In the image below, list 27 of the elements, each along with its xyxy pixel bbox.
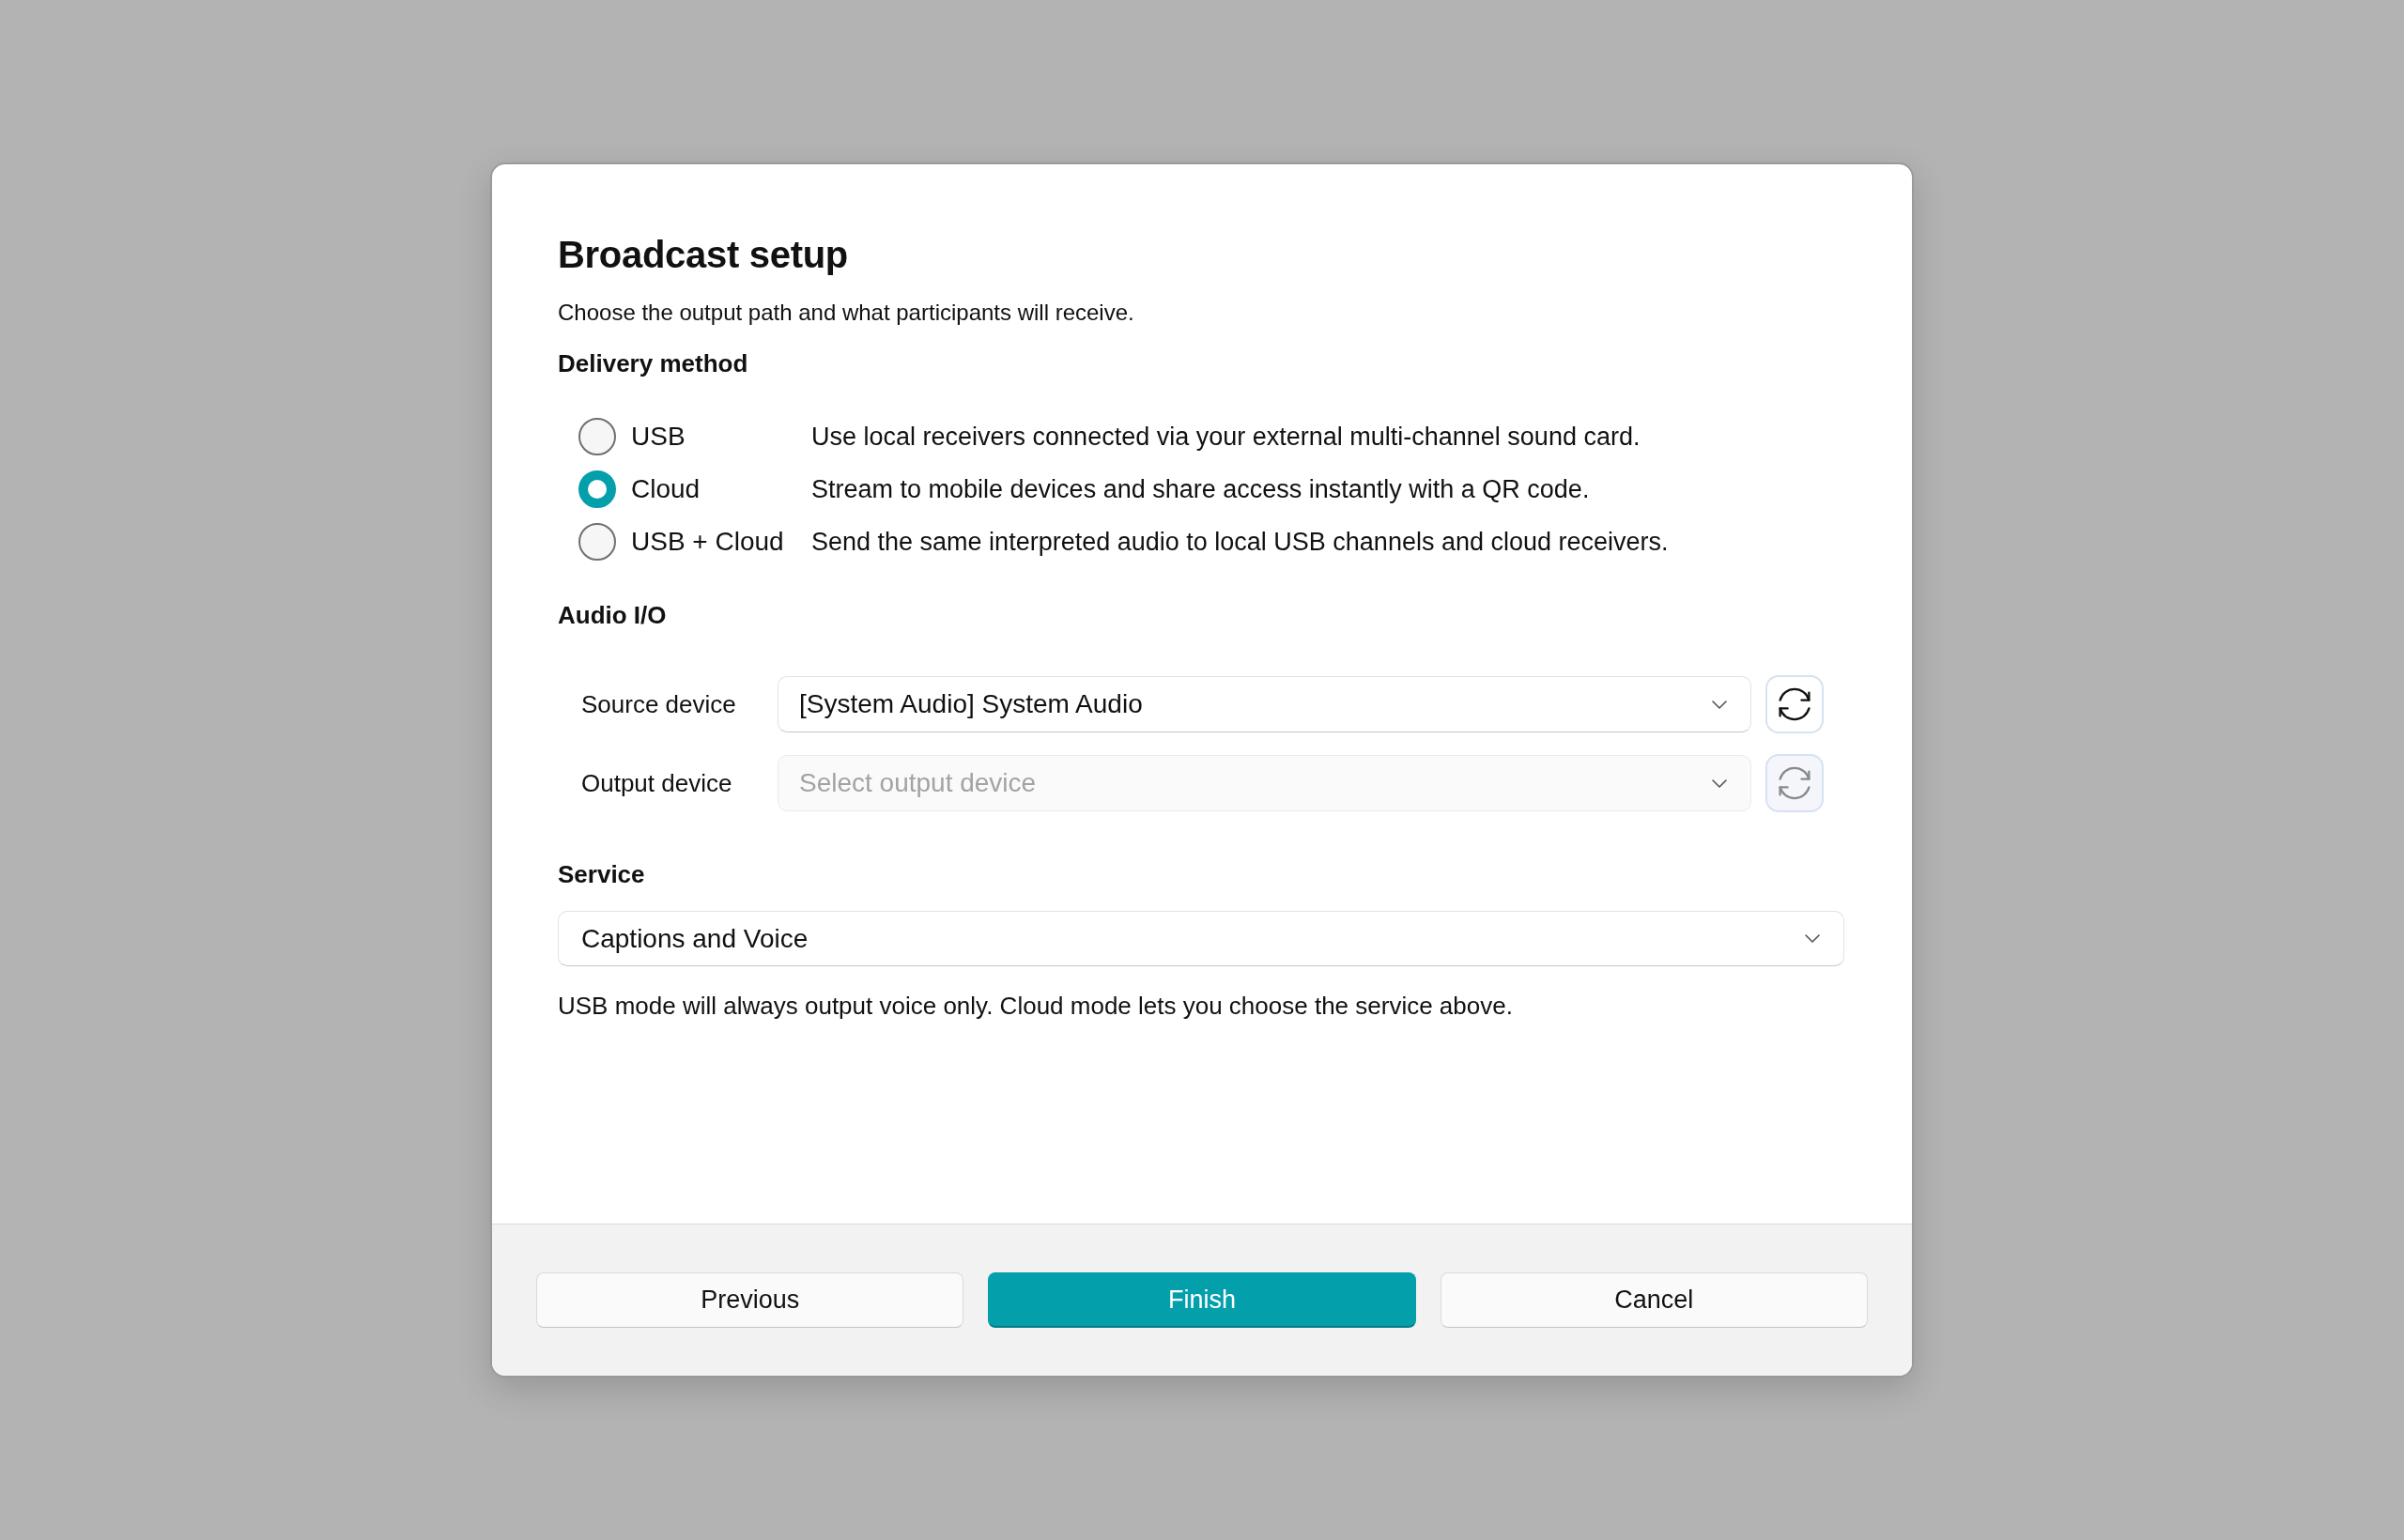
radio-button[interactable]	[578, 523, 616, 561]
dropdown-field[interactable]: Captions and Voice	[558, 911, 1844, 966]
refresh-icon	[1778, 766, 1811, 800]
section-heading: Audio I/O	[558, 600, 668, 630]
section-heading: Delivery method	[558, 348, 749, 378]
dialog-subtitle: Choose the output path and what participants will receive.	[558, 299, 1135, 327]
refresh-button[interactable]	[1765, 675, 1824, 733]
option-description: Send the same interpreted audio to local USB channels and cloud receivers.	[811, 527, 1670, 558]
help-text: USB mode will always output voice only. Cloud mode lets you choose the service above.	[558, 991, 1514, 1021]
option-description: Stream to mobile devices and share access instantly with a QR code.	[811, 474, 1591, 505]
secondary-button[interactable]: Cancel	[1440, 1272, 1868, 1328]
option-label[interactable]: USB + Cloud	[631, 526, 796, 558]
field-label: Output device	[581, 768, 733, 798]
radio-button[interactable]	[578, 418, 616, 455]
chevron-down-icon	[1805, 934, 1820, 943]
option-label[interactable]: USB	[631, 421, 796, 453]
dialog-title: Broadcast setup	[558, 233, 849, 277]
chevron-down-icon	[1712, 778, 1727, 788]
dropdown-field[interactable]: [System Audio] System Audio	[778, 676, 1751, 732]
option-description: Use local receivers connected via your external multi-channel sound card.	[811, 422, 1641, 453]
chevron-down-icon	[1712, 700, 1727, 709]
section-heading: Service	[558, 859, 646, 889]
option-label[interactable]: Cloud	[631, 473, 796, 505]
secondary-button[interactable]: Previous	[536, 1272, 964, 1328]
field-label: Source device	[581, 689, 737, 719]
refresh-icon	[1778, 687, 1811, 721]
radio-button[interactable]	[578, 470, 616, 508]
